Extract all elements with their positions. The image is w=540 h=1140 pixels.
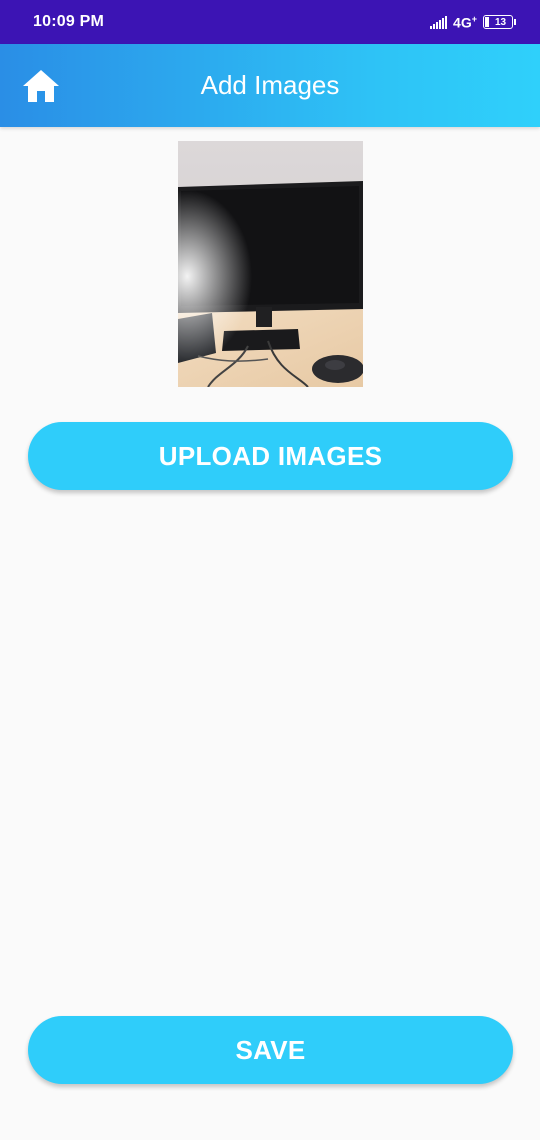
- app-bar: Add Images: [0, 44, 540, 127]
- preview-image: [178, 141, 363, 387]
- status-time: 10:09 PM: [33, 13, 104, 30]
- signal-icon: [430, 15, 448, 29]
- status-bar: 10:09 PM 4G+ 13: [0, 0, 540, 44]
- monitor-photo: [178, 141, 363, 387]
- battery-level: 13: [494, 16, 507, 28]
- home-button[interactable]: [18, 64, 64, 108]
- status-icons: 4G+ 13: [430, 13, 516, 31]
- home-icon: [23, 70, 59, 102]
- network-type: 4G+: [453, 13, 477, 31]
- battery-icon: 13: [483, 15, 516, 29]
- upload-images-button[interactable]: UPLOAD IMAGES: [28, 422, 513, 490]
- page-title: Add Images: [200, 70, 340, 100]
- save-button[interactable]: SAVE: [28, 1016, 513, 1084]
